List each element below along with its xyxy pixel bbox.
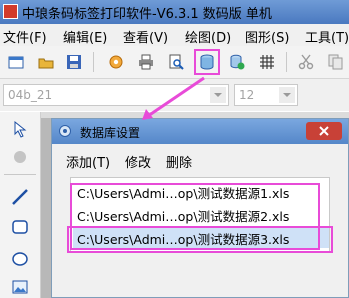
settings-icon[interactable] [108, 54, 124, 70]
toolbar [0, 46, 349, 79]
print-preview-icon[interactable] [168, 54, 184, 70]
copy-icon[interactable] [328, 54, 344, 70]
list-item-selected[interactable]: C:\Users\Admi…op\测试数据源3.xls [73, 226, 329, 248]
font-selector[interactable]: 04b_21 [3, 84, 229, 106]
font-value: 04b_21 [8, 88, 53, 102]
chevron-down-icon [214, 93, 222, 97]
font-size-selector[interactable]: 12 [234, 84, 298, 106]
toolbar-separator [286, 52, 287, 72]
menu-tools[interactable]: 工具(T) [305, 27, 349, 46]
menu-draw[interactable]: 绘图(D) [185, 27, 231, 46]
left-toolbox [0, 112, 41, 298]
line-icon[interactable] [11, 188, 29, 206]
title-bar: 中琅条码标签打印软件-V6.3.1 数码版 单机 [0, 0, 349, 24]
image-icon[interactable] [11, 278, 29, 296]
menu-edit[interactable]: 编辑(E) [63, 27, 107, 46]
window-title: 中琅条码标签打印软件-V6.3.1 数码版 单机 [22, 7, 272, 22]
dialog-menu: 添加(T) 修改 删除 [52, 144, 348, 174]
save-icon[interactable] [66, 54, 82, 70]
font-dropdown-arrow[interactable] [210, 87, 226, 103]
pointer-icon[interactable] [11, 120, 29, 138]
print-icon[interactable] [138, 54, 154, 70]
app-icon [3, 4, 18, 19]
database-add-icon[interactable] [229, 54, 245, 70]
close-button[interactable] [306, 122, 342, 140]
modify-menu-item[interactable]: 修改 [125, 152, 151, 171]
rectangle-icon[interactable] [11, 218, 29, 236]
list-item[interactable]: C:\Users\Admi…op\测试数据源2.xls [73, 203, 329, 225]
list-item[interactable]: C:\Users\Admi…op\测试数据源1.xls [73, 180, 329, 202]
menu-file[interactable]: 文件(F) [3, 27, 47, 46]
grid-icon[interactable] [259, 54, 275, 70]
dialog-title: 数据库设置 [80, 126, 141, 140]
close-icon [319, 126, 329, 136]
font-size-dropdown-arrow[interactable] [279, 87, 295, 103]
menu-shape[interactable]: 图形(S) [245, 27, 289, 46]
settings-icon [59, 125, 71, 137]
data-source-list[interactable]: C:\Users\Admi…op\测试数据源1.xls C:\Users\Adm… [70, 177, 330, 252]
database-settings-dialog: 数据库设置 添加(T) 修改 删除 C:\Users\Admi…op\测试数据源… [51, 118, 349, 298]
font-size-value: 12 [239, 88, 255, 102]
open-icon[interactable] [38, 54, 54, 70]
chevron-down-icon [283, 93, 291, 97]
hand-icon[interactable] [11, 148, 29, 166]
menu-bar: 文件(F) 编辑(E) 查看(V) 绘图(D) 图形(S) 工具(T) [0, 24, 349, 46]
dialog-title-bar: 数据库设置 [52, 119, 348, 144]
add-menu-item[interactable]: 添加(T) [66, 152, 110, 171]
delete-menu-item[interactable]: 删除 [166, 152, 192, 171]
new-icon[interactable] [8, 54, 24, 70]
toolbox-separator [4, 174, 36, 175]
cut-icon[interactable] [298, 54, 314, 70]
database-icon[interactable] [194, 49, 220, 75]
ellipse-icon[interactable] [11, 250, 29, 268]
toolbar-separator [93, 52, 94, 72]
menu-view[interactable]: 查看(V) [123, 27, 168, 46]
